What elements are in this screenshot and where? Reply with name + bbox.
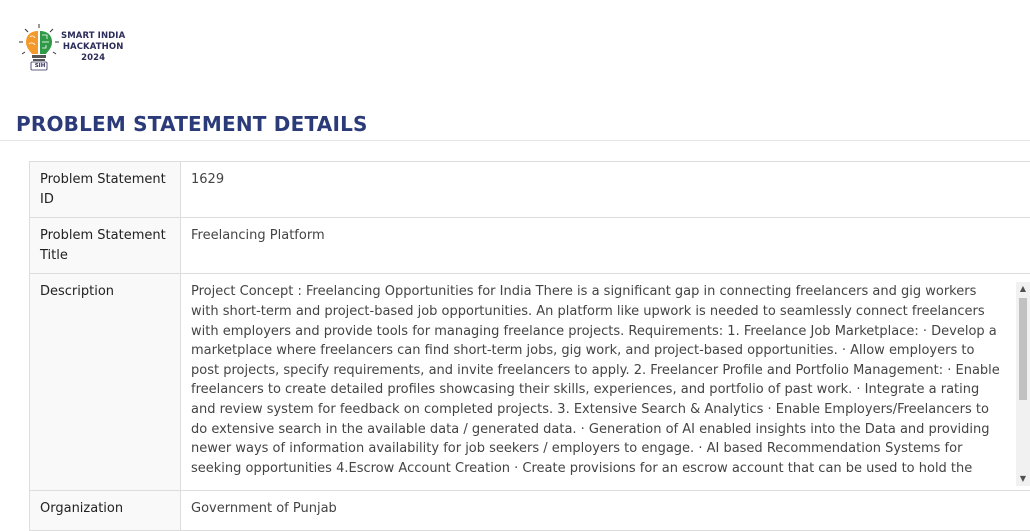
description-scroll-area[interactable]: Project Concept : Freelancing Opportunit… <box>191 282 1028 478</box>
logo-line-1: SMART INDIA <box>61 31 125 42</box>
table-row-organization: Organization Government of Punjab <box>30 491 1030 531</box>
table-row-description: Description Project Concept : Freelancin… <box>30 274 1030 491</box>
row-label: Description <box>30 274 181 491</box>
scroll-up-arrow-icon[interactable]: ▲ <box>1016 282 1030 296</box>
problem-details-table: Problem Statement ID 1629 Problem Statem… <box>29 161 1030 531</box>
row-label: Problem Statement Title <box>30 218 181 274</box>
scrollbar-thumb[interactable] <box>1019 298 1027 400</box>
table-row-title: Problem Statement Title Freelancing Plat… <box>30 218 1030 274</box>
scroll-down-arrow-icon[interactable]: ▼ <box>1016 472 1030 486</box>
description-text: Project Concept : Freelancing Opportunit… <box>191 282 1006 478</box>
row-value: Government of Punjab <box>181 491 1030 531</box>
row-value: 1629 <box>181 162 1030 218</box>
description-cell: Project Concept : Freelancing Opportunit… <box>181 274 1030 491</box>
page-title: PROBLEM STATEMENT DETAILS <box>16 112 368 136</box>
vertical-scrollbar[interactable]: ▲ ▼ <box>1016 282 1030 486</box>
sih-logo: SIH SMART INDIA HACKATHON 2024 <box>17 23 127 71</box>
logo-wordmark: SMART INDIA HACKATHON 2024 <box>61 31 125 64</box>
title-divider <box>0 140 1030 141</box>
row-label: Organization <box>30 491 181 531</box>
row-value: Freelancing Platform <box>181 218 1030 274</box>
logo-line-3: 2024 <box>61 53 125 64</box>
logo-line-2: HACKATHON <box>61 42 125 53</box>
logo-badge: SIH <box>32 63 48 70</box>
row-label: Problem Statement ID <box>30 162 181 218</box>
table-row-id: Problem Statement ID 1629 <box>30 162 1030 218</box>
